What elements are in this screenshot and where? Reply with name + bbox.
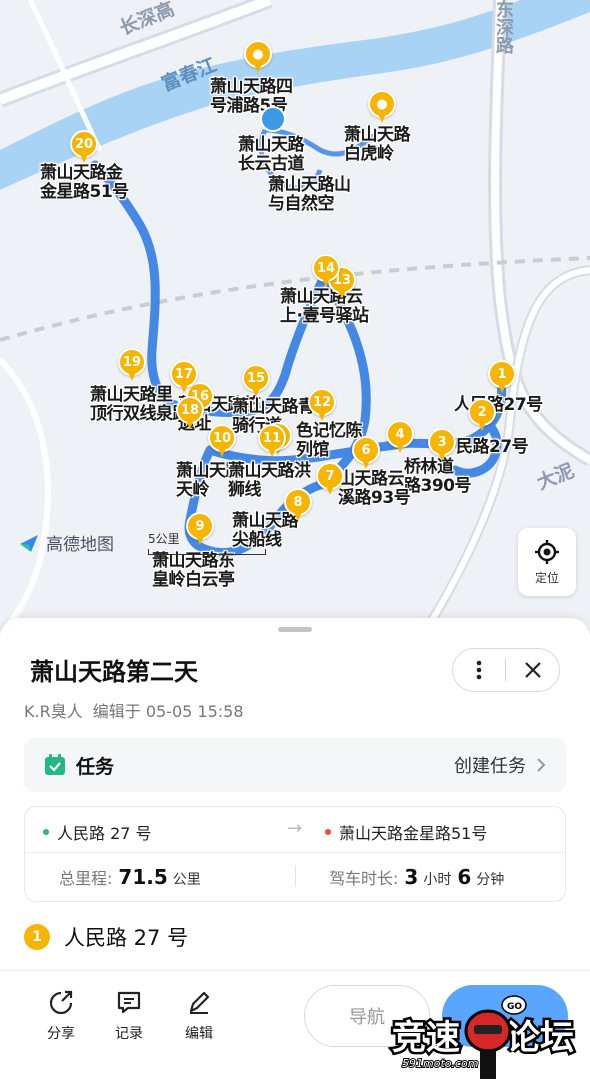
create-task-label: 创建任务 [454,756,526,777]
close-icon [524,662,541,678]
stop-name: 人民路 27 号 [64,926,189,950]
record-button[interactable]: 记录 [104,989,154,1043]
distance-value: 71.5 [118,865,168,889]
stop-pin[interactable]: 3 [428,428,456,462]
endpoints-row: 人民路 27 号 → 萧山天路金星路51号 [25,807,565,853]
stop-pin[interactable]: 12 [308,388,336,422]
place-label[interactable]: 萧山天路金 金星路51号 [40,164,129,202]
duration-stat: 驾车时长: 3 小时 6 分钟 [329,865,504,889]
svg-text:竞速: 竞速 [392,1018,460,1058]
record-label: 记录 [115,1026,143,1042]
close-button[interactable] [506,649,559,691]
stop-list-item[interactable]: 1 人民路 27 号 [24,922,188,952]
svg-text:591moto.com: 591moto.com [402,1057,478,1070]
stop-index-badge: 1 [24,924,50,950]
place-label[interactable]: 萧山天路 白虎岭 [344,126,411,164]
bottom-toolbar: 分享 记录 编辑 导航 竞速 论坛 GO 591moto.com [0,970,590,1086]
route-title: 萧山天路第二天 [30,658,198,686]
task-check-icon [45,754,65,775]
author-line: K.R臭人 编辑于 05-05 15:58 [24,698,244,722]
stop-pin[interactable]: 2 [468,398,496,432]
edited-label: 编辑于 05-05 15:58 [92,702,244,721]
divider [295,865,296,887]
distance-label: 总里程: [59,869,113,888]
end-text: 萧山天路金星路51号 [339,824,488,843]
svg-text:GO: GO [507,1002,522,1012]
stop-pin[interactable]: 10 [208,424,236,458]
edit-label: 编辑 [185,1026,213,1042]
stop-pin[interactable]: 1 [488,360,516,394]
map-view[interactable]: 长深高 富春江 东深路 大泥 萧山天路四 号浦路5号 萧山天路 长云古道 萧山天… [0,0,590,640]
task-label: 任务 [76,755,115,778]
place-label[interactable]: 山天路云 溪路93号 [338,470,411,508]
route-summary-card: 人民路 27 号 → 萧山天路金星路51号 总里程: 71.5 公里 驾车时长:… [24,806,566,902]
stop-pin[interactable]: 6 [352,436,380,470]
more-vertical-icon [476,660,482,680]
stop-pin[interactable]: 15 [242,364,270,398]
end-point[interactable]: 萧山天路金星路51号 [325,820,487,844]
locate-label: 定位 [534,570,559,585]
distance-unit: 公里 [172,872,201,888]
navigate-label: 导航 [349,1007,385,1028]
minutes-value: 6 [457,865,472,889]
mountain-icon[interactable] [260,106,286,132]
stop-pin[interactable]: 20 [70,130,98,164]
share-icon [49,990,73,1015]
start-text: 人民路 27 号 [57,824,152,843]
svg-text:论坛: 论坛 [506,1018,574,1058]
poi-pin[interactable]: ● [244,40,272,74]
task-card[interactable]: 任务 创建任务 [24,738,566,792]
start-point[interactable]: 人民路 27 号 [43,820,152,844]
message-icon [117,991,141,1014]
road-label-east: 东深路 [493,0,514,54]
stop-pin[interactable]: 11 [258,424,286,458]
route-sheet: 萧山天路第二天 K.R臭人 编辑于 05-05 15:58 任务 创建任务 人民… [0,618,590,1086]
start-dot [43,829,49,835]
place-label[interactable]: 萧山天路 长云古道 [238,136,305,174]
place-label[interactable]: 萧山天路东 皇岭白云亭 [152,552,235,590]
amap-logo-icon [20,534,38,552]
scale-text: 5公里 [148,532,180,546]
duration-label: 驾车时长: [329,869,399,888]
share-label: 分享 [47,1026,75,1042]
forum-watermark-logo: 竞速 论坛 GO 591moto.com [390,995,577,1079]
distance-stat: 总里程: 71.5 公里 [59,865,201,889]
more-button[interactable] [453,649,505,691]
hours-unit: 小时 [423,872,452,888]
stop-pin[interactable]: 7 [316,462,344,496]
arrow-right-icon: → [287,818,303,839]
stop-pin[interactable]: 19 [118,348,146,382]
stop-pin[interactable]: 14 [312,254,340,288]
end-dot [325,829,331,835]
create-task-button[interactable]: 创建任务 [454,752,546,778]
share-button[interactable]: 分享 [36,989,86,1043]
drag-handle[interactable] [278,627,312,632]
stop-pin[interactable]: 4 [386,420,414,454]
place-label[interactable]: 桥林道 路390号 [404,458,472,496]
stop-pin[interactable]: 18 [176,396,204,430]
amap-logo-text: 高德地图 [46,535,114,555]
edit-button[interactable]: 编辑 [174,989,224,1043]
place-label[interactable]: 民路27号 [456,438,529,457]
amap-logo: 高德地图 [18,530,114,555]
minutes-unit: 分钟 [476,872,505,888]
crosshair-icon [535,539,559,564]
locate-button[interactable]: 定位 [518,528,576,596]
place-label[interactable]: 萧山天路山 与自然空 [268,176,351,214]
stop-pin[interactable]: 17 [170,360,198,394]
poi-pin[interactable]: ● [368,90,396,124]
edit-icon [189,991,210,1014]
hours-value: 3 [404,865,419,889]
author-name[interactable]: K.R臭人 [24,698,83,722]
chevron-right-icon [537,758,546,772]
map-scale: 5公里 [148,530,266,555]
title-actions [452,648,560,692]
stop-pin[interactable]: 8 [284,488,312,522]
